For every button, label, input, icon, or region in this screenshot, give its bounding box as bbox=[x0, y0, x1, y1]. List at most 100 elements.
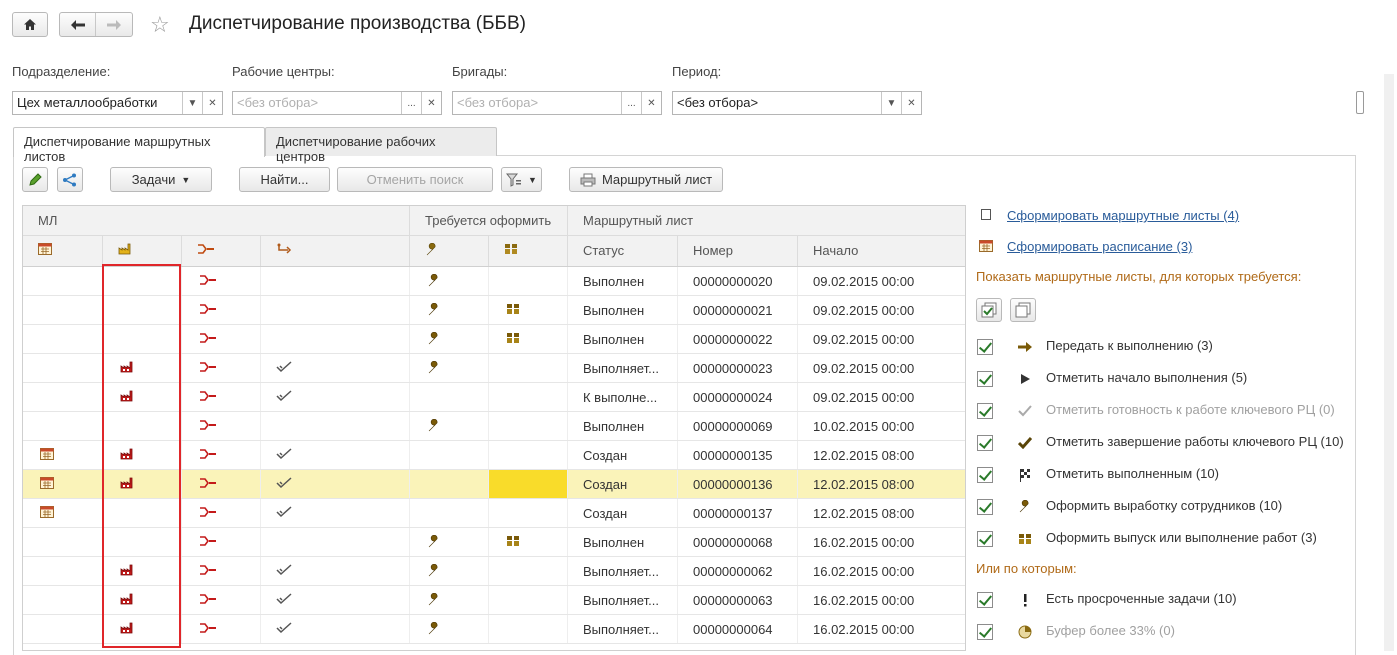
cancel-search-button[interactable]: Отменить поиск bbox=[337, 167, 493, 192]
cell-wc bbox=[182, 296, 261, 324]
column-header-calendar[interactable] bbox=[23, 236, 103, 266]
cell-number: 00000000135 bbox=[678, 441, 798, 469]
cell-status: К выполне... bbox=[568, 383, 678, 411]
filter-checkbox[interactable] bbox=[977, 339, 993, 355]
period-field[interactable]: <без отбора> ▼ ✕ bbox=[672, 91, 922, 115]
cell-start: 16.02.2015 00:00 bbox=[798, 557, 965, 585]
subdivision-field[interactable]: Цех металлообработки ▼ ✕ bbox=[12, 91, 223, 115]
back-forward-buttons bbox=[59, 12, 133, 37]
wrench-icon bbox=[427, 273, 441, 291]
cell-people bbox=[489, 557, 568, 585]
cell-people bbox=[489, 470, 568, 498]
checkmark-icon bbox=[276, 361, 292, 376]
column-header-number[interactable]: Номер bbox=[678, 236, 798, 266]
work-center-icon bbox=[199, 390, 217, 405]
clear-icon[interactable]: ✕ bbox=[641, 92, 661, 114]
filter-checkbox[interactable] bbox=[977, 592, 993, 608]
cell-status: Создан bbox=[568, 470, 678, 498]
filter-label: Передать к выполнению (3) bbox=[1046, 338, 1213, 353]
cell-chk bbox=[261, 470, 410, 498]
clear-icon[interactable]: ✕ bbox=[421, 92, 441, 114]
check-all-button[interactable] bbox=[976, 298, 1002, 322]
cell-wc bbox=[182, 441, 261, 469]
cell-start: 16.02.2015 00:00 bbox=[798, 615, 965, 643]
show-heading: Показать маршрутные листы, для которых т… bbox=[976, 269, 1302, 284]
cell-wrench bbox=[410, 267, 489, 295]
or-heading: Или по которым: bbox=[976, 561, 1077, 576]
column-header-factory[interactable] bbox=[103, 236, 182, 266]
filter-checkbox[interactable] bbox=[977, 371, 993, 387]
route-sheet-button[interactable]: Маршрутный лист bbox=[569, 167, 723, 192]
wrench-icon bbox=[427, 621, 441, 639]
form-schedule-link[interactable]: Сформировать расписание (3) bbox=[1007, 239, 1192, 254]
back-button[interactable] bbox=[60, 13, 97, 36]
work-center-icon bbox=[199, 419, 217, 434]
document-icon bbox=[981, 209, 991, 220]
tab-work-centers[interactable]: Диспетчирование рабочих центров bbox=[265, 127, 497, 164]
filter-checkbox[interactable] bbox=[977, 624, 993, 640]
edit-button[interactable] bbox=[22, 167, 48, 192]
cell-wc bbox=[182, 325, 261, 353]
cell-people bbox=[489, 412, 568, 440]
calendar-icon bbox=[40, 448, 54, 463]
home-button[interactable] bbox=[12, 12, 48, 37]
dropdown-arrow-icon[interactable]: ▼ bbox=[881, 92, 901, 114]
column-header-wrench[interactable] bbox=[410, 236, 489, 266]
subdivision-label: Подразделение: bbox=[12, 64, 111, 79]
form-route-sheets-link[interactable]: Сформировать маршрутные листы (4) bbox=[1007, 208, 1239, 223]
clear-icon[interactable]: ✕ bbox=[202, 92, 222, 114]
page-title: Диспетчирование производства (ББВ) bbox=[189, 13, 527, 34]
column-header-work-center[interactable] bbox=[182, 236, 261, 266]
tasks-label: Задачи bbox=[131, 172, 176, 187]
filter-checkbox[interactable] bbox=[977, 467, 993, 483]
brigades-placeholder: <без отбора> bbox=[457, 95, 539, 110]
filter-checkbox[interactable] bbox=[977, 531, 993, 547]
forward-button[interactable] bbox=[96, 13, 132, 36]
cell-wc bbox=[182, 586, 261, 614]
cell-chk bbox=[261, 528, 410, 556]
tasks-menu-button[interactable]: Задачи ▼ bbox=[110, 167, 212, 192]
column-header-start[interactable]: Начало bbox=[798, 236, 965, 266]
cell-wc bbox=[182, 557, 261, 585]
cell-status: Выполнен bbox=[568, 528, 678, 556]
work-centers-field[interactable]: <без отбора> ... ✕ bbox=[232, 91, 442, 115]
dropdown-arrow-icon: ▼ bbox=[528, 174, 537, 185]
filter-checkbox[interactable] bbox=[977, 499, 993, 515]
clear-icon[interactable]: ✕ bbox=[901, 92, 921, 114]
filter-label: Оформить выработку сотрудников (10) bbox=[1046, 498, 1283, 513]
brigades-field[interactable]: <без отбора> ... ✕ bbox=[452, 91, 662, 115]
window-scroll-thumb[interactable] bbox=[1356, 91, 1364, 114]
arrow-left-icon bbox=[70, 19, 85, 30]
work-center-icon bbox=[199, 535, 217, 550]
cell-cal bbox=[23, 528, 103, 556]
find-label: Найти... bbox=[260, 172, 309, 187]
cell-wrench bbox=[410, 615, 489, 643]
filter-label: Отметить готовность к работе ключевого Р… bbox=[1046, 402, 1335, 417]
find-button[interactable]: Найти... bbox=[239, 167, 330, 192]
period-label: Период: bbox=[672, 64, 722, 79]
cell-wrench bbox=[410, 586, 489, 614]
favorite-star-icon[interactable]: ☆ bbox=[150, 12, 170, 38]
cell-number: 00000000068 bbox=[678, 528, 798, 556]
cell-cal bbox=[23, 586, 103, 614]
select-ellipsis-icon[interactable]: ... bbox=[621, 92, 641, 114]
route-arrow-icon bbox=[277, 243, 292, 254]
structure-button[interactable] bbox=[57, 167, 83, 192]
cell-start: 16.02.2015 00:00 bbox=[798, 528, 965, 556]
window-scrollbar[interactable] bbox=[1384, 74, 1394, 651]
filter-checkbox[interactable] bbox=[977, 435, 993, 451]
cell-wrench bbox=[410, 325, 489, 353]
filter-checkbox[interactable] bbox=[977, 403, 993, 419]
tab-route-sheets[interactable]: Диспетчирование маршрутных листов bbox=[13, 127, 265, 164]
column-header-status[interactable]: Статус bbox=[568, 236, 678, 266]
cell-wc bbox=[182, 267, 261, 295]
cell-chk bbox=[261, 557, 410, 585]
uncheck-all-button[interactable] bbox=[1010, 298, 1036, 322]
column-header-people[interactable] bbox=[489, 236, 568, 266]
pie-icon bbox=[1018, 625, 1032, 639]
select-ellipsis-icon[interactable]: ... bbox=[401, 92, 421, 114]
dropdown-arrow-icon[interactable]: ▼ bbox=[182, 92, 202, 114]
cell-chk bbox=[261, 499, 410, 527]
settings-menu-button[interactable]: ▼ bbox=[501, 167, 542, 192]
column-header-route[interactable] bbox=[261, 236, 410, 266]
